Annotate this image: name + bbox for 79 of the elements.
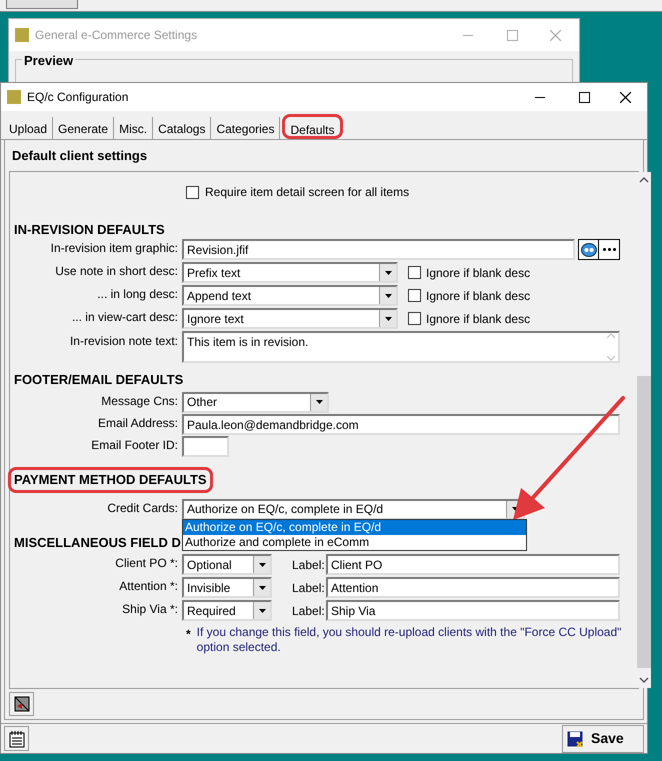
input-field[interactable] bbox=[182, 436, 229, 456]
field-label: Use note in short desc: bbox=[54, 263, 179, 280]
scrollbar[interactable] bbox=[636, 172, 651, 688]
field-label: Attention *: bbox=[118, 578, 179, 595]
preview-button[interactable] bbox=[578, 239, 599, 260]
save-button[interactable]: Save bbox=[562, 724, 644, 752]
caret-icon bbox=[384, 270, 392, 274]
input-field[interactable]: Paula.leon@demandbridge.com bbox=[182, 414, 620, 434]
checkbox-label: Require item detail screen for all items bbox=[205, 184, 410, 201]
eye-icon bbox=[580, 242, 596, 256]
field-label: Label: bbox=[292, 580, 326, 596]
window-title: General e-Commerce Settings bbox=[35, 27, 198, 44]
notes-button[interactable] bbox=[4, 726, 29, 751]
scrollbar-thumb[interactable] bbox=[636, 376, 651, 668]
dropdown-field[interactable]: Ignore text bbox=[182, 308, 398, 329]
dropdown-field[interactable]: Append text bbox=[182, 285, 398, 306]
caret-icon bbox=[258, 608, 266, 612]
section-heading: FOOTER/EMAIL DEFAULTS bbox=[14, 371, 184, 389]
input-field[interactable]: Ship Via bbox=[326, 600, 620, 621]
field-label: Client PO *: bbox=[114, 555, 179, 572]
note-text: If you change this field, you should re-upload clients with the "Force CC Upload" option selected. bbox=[196, 625, 622, 655]
section-heading: MISCELLANEOUS FIELD D bbox=[14, 534, 181, 549]
tab[interactable]: Defaults bbox=[282, 114, 343, 139]
dropdown-field[interactable]: Optional bbox=[182, 554, 272, 575]
close-icon[interactable] bbox=[620, 92, 631, 102]
caret-icon bbox=[258, 562, 266, 566]
exit-icon bbox=[14, 696, 30, 712]
dropdown-button[interactable] bbox=[310, 394, 327, 410]
checkbox-label: Ignore if blank desc bbox=[426, 288, 530, 304]
checkbox[interactable] bbox=[408, 312, 421, 325]
field-label: Email Address: bbox=[96, 415, 179, 432]
minimize-icon[interactable] bbox=[535, 96, 545, 98]
field-label: In-revision item graphic: bbox=[50, 240, 179, 257]
field-label: ... in long desc: bbox=[96, 286, 179, 303]
dropdown-button[interactable] bbox=[253, 556, 270, 573]
checkbox-label: Ignore if blank desc bbox=[426, 264, 530, 282]
input-field[interactable]: Revision.jfif bbox=[182, 239, 575, 260]
input-field[interactable]: Attention bbox=[326, 577, 620, 598]
checkbox[interactable] bbox=[408, 266, 421, 279]
asterisk: * bbox=[186, 626, 191, 643]
caret-icon bbox=[258, 586, 266, 590]
dropdown-button[interactable] bbox=[379, 264, 396, 281]
field-label: Label: bbox=[292, 602, 326, 620]
dropdown-button[interactable] bbox=[379, 310, 396, 327]
panel-heading: Default client settings bbox=[11, 147, 148, 165]
maximize-icon[interactable] bbox=[579, 92, 590, 102]
field-label: Label: bbox=[292, 556, 326, 574]
field-label: Message Cns: bbox=[100, 393, 179, 410]
field-label: ... in view-cart desc: bbox=[70, 309, 179, 326]
dropdown-option[interactable]: Authorize on EQ/c, complete in EQ/d bbox=[183, 520, 526, 534]
caret-icon bbox=[384, 316, 392, 320]
field-label: Ship Via *: bbox=[121, 601, 179, 618]
ellipsis-icon bbox=[602, 248, 616, 251]
dropdown-button[interactable] bbox=[379, 287, 396, 304]
app-logo-icon bbox=[7, 90, 21, 104]
caret-icon bbox=[384, 294, 392, 298]
dropdown-field[interactable]: Authorize on EQ/c, complete in EQ/d bbox=[182, 498, 525, 520]
dropdown-field[interactable]: Required bbox=[182, 600, 272, 621]
dropdown-option[interactable]: Authorize and complete in eComm bbox=[183, 534, 526, 550]
dropdown-field[interactable]: Other bbox=[182, 392, 329, 412]
window-title: EQ/c Configuration bbox=[27, 89, 128, 106]
dropdown-button[interactable] bbox=[253, 602, 270, 619]
dropdown-field[interactable]: Prefix text bbox=[182, 262, 398, 283]
field-label: Email Footer ID: bbox=[90, 437, 179, 454]
toolbar-button[interactable] bbox=[9, 692, 34, 716]
input-field[interactable]: Client PO bbox=[326, 554, 620, 575]
checkbox[interactable] bbox=[186, 186, 199, 198]
dropdown-field[interactable]: Invisible bbox=[182, 577, 272, 598]
checkbox[interactable] bbox=[408, 289, 421, 302]
caret-icon bbox=[316, 400, 322, 404]
app-logo-icon bbox=[15, 28, 29, 42]
notepad-icon bbox=[8, 730, 24, 748]
dropdown-button[interactable] bbox=[253, 579, 270, 596]
section-heading: IN-REVISION DEFAULTS bbox=[14, 221, 165, 239]
browse-button[interactable] bbox=[599, 239, 620, 260]
checkbox-label: Ignore if blank desc bbox=[426, 310, 530, 328]
field-label: Credit Cards: bbox=[106, 500, 179, 517]
section-heading: PAYMENT METHOD DEFAULTS bbox=[8, 467, 213, 492]
field-label: In-revision note text: bbox=[68, 333, 179, 350]
